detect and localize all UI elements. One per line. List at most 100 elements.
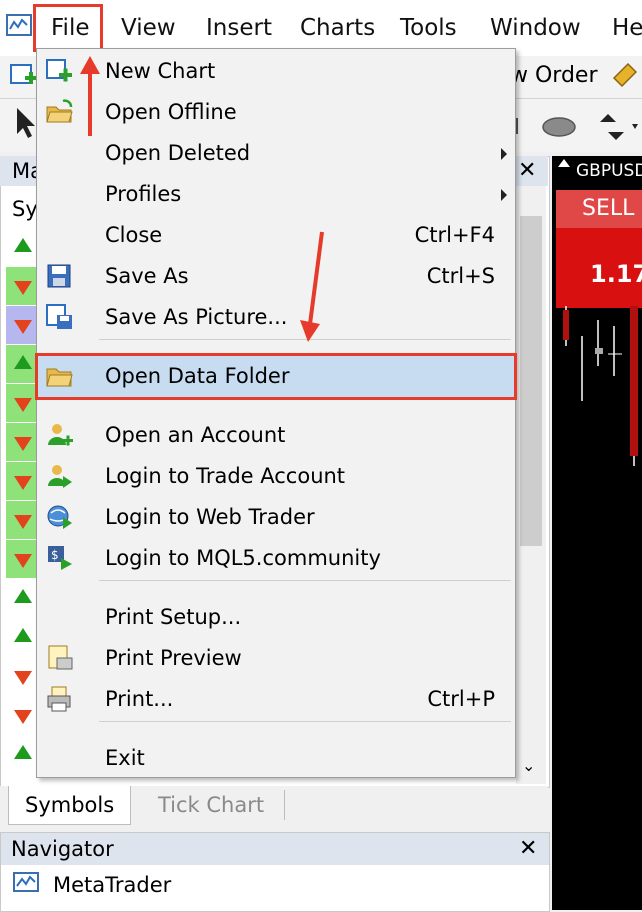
menu-item-save-as-picture[interactable]: Save As Picture... — [37, 297, 515, 338]
svg-text:$: $ — [51, 548, 59, 562]
open-account-icon — [48, 424, 73, 446]
sell-button[interactable]: SELL 1.17 — [556, 190, 642, 308]
navigator-title: Navigator — [11, 837, 114, 861]
order-icon[interactable] — [610, 60, 640, 90]
menu-item-label: Open an Account — [105, 423, 286, 447]
menu-item-label: Profiles — [105, 182, 182, 206]
navigator-title-bar: Navigator ✕ — [1, 833, 549, 865]
column-symbol-header[interactable]: Sy — [12, 194, 38, 224]
close-icon[interactable]: ✕ — [518, 156, 536, 186]
menu-item-profiles[interactable]: Profiles — [37, 174, 515, 215]
market-watch-tabs: Symbols Tick Chart — [0, 786, 548, 828]
menu-item-login-to-mql5-community[interactable]: $ Login to MQL5.community — [37, 538, 515, 579]
mql5-icon: $ — [48, 546, 72, 570]
menu-window[interactable]: Window — [490, 8, 581, 48]
menu-item-close[interactable]: Close Ctrl+F4 — [37, 215, 515, 256]
arrows-tool-icon[interactable] — [596, 112, 640, 142]
price-down-icon — [14, 281, 32, 295]
menu-item-label: Close — [105, 223, 163, 247]
price-down-icon — [14, 710, 32, 724]
menu-item-print[interactable]: Print... Ctrl+P — [37, 679, 515, 720]
menu-item-shortcut: Ctrl+S — [426, 264, 495, 288]
market-watch-scrollbar[interactable]: ⌄ — [516, 186, 546, 784]
menu-separator — [99, 580, 511, 581]
price-up-icon — [14, 745, 32, 759]
new-chart-icon — [46, 59, 72, 82]
navigator-root-item[interactable]: MetaTrader — [53, 871, 171, 899]
metatrader-app-icon[interactable] — [6, 12, 32, 38]
menu-item-label: Login to MQL5.community — [105, 546, 381, 570]
chart-header: GBPUSD — [552, 156, 642, 186]
price-down-icon — [14, 554, 32, 568]
sell-label: SELL — [582, 196, 635, 221]
save-picture-icon — [46, 304, 72, 329]
tab-symbols[interactable]: Symbols — [8, 786, 132, 825]
menu-separator — [99, 721, 511, 722]
menu-tools[interactable]: Tools — [400, 8, 457, 48]
menu-help[interactable]: He — [612, 8, 642, 48]
submenu-arrow-icon — [501, 148, 507, 160]
menu-item-print-preview[interactable]: Print Preview — [37, 638, 515, 679]
price-down-icon — [14, 320, 32, 334]
menu-item-label: Print... — [105, 687, 174, 711]
collapse-icon[interactable] — [558, 159, 570, 167]
save-icon — [47, 264, 71, 288]
price-down-icon — [14, 476, 32, 490]
web-trader-icon — [47, 505, 72, 529]
price-up-icon — [14, 628, 32, 642]
annotation-arrow-down — [300, 231, 324, 342]
menu-item-login-to-web-trader[interactable]: Login to Web Trader — [37, 497, 515, 538]
new-chart-icon[interactable] — [8, 60, 38, 90]
price-down-icon — [14, 398, 32, 412]
menu-item-label: Login to Trade Account — [105, 464, 346, 488]
price-down-icon — [14, 437, 32, 451]
price-down-icon — [14, 515, 32, 529]
menu-item-label: Open Deleted — [105, 141, 251, 165]
price-down-icon — [14, 671, 32, 685]
open-data-folder-highlight-box — [35, 353, 517, 400]
menu-view[interactable]: View — [121, 8, 176, 48]
menu-item-label: Save As Picture... — [105, 305, 288, 329]
menu-item-shortcut: Ctrl+F4 — [414, 223, 495, 247]
menu-insert[interactable]: Insert — [206, 8, 272, 48]
menu-item-exit[interactable]: Exit — [37, 738, 515, 779]
menu-item-label: New Chart — [105, 59, 216, 83]
tab-divider — [284, 790, 285, 820]
sell-price: 1.17 — [590, 260, 642, 288]
menu-item-open-an-account[interactable]: Open an Account — [37, 415, 515, 456]
market-watch-rows — [0, 228, 40, 812]
annotation-arrow-up — [80, 56, 100, 136]
menu-item-save-as[interactable]: Save As Ctrl+S — [37, 256, 515, 297]
menu-item-shortcut: Ctrl+P — [427, 687, 495, 711]
printer-icon — [47, 686, 71, 712]
scroll-down-icon[interactable]: ⌄ — [522, 756, 535, 775]
menu-item-label: Print Preview — [105, 646, 242, 670]
menu-item-label: Save As — [105, 264, 189, 288]
ellipse-tool-icon[interactable] — [540, 114, 578, 140]
print-preview-icon — [48, 645, 73, 670]
submenu-arrow-icon — [501, 189, 507, 201]
scrollbar-thumb[interactable] — [520, 216, 542, 546]
chart-window[interactable]: GBPUSD SELL 1.17 — [552, 156, 642, 910]
navigator-panel: Navigator ✕ MetaTrader — [0, 832, 550, 912]
metatrader-icon — [13, 872, 39, 892]
menu-item-label: Login to Web Trader — [105, 505, 315, 529]
open-folder-icon — [46, 99, 73, 123]
login-trade-icon — [48, 465, 72, 488]
cursor-icon[interactable] — [14, 106, 36, 140]
menu-item-label: Print Setup... — [105, 605, 242, 629]
menu-item-print-setup[interactable]: Print Setup... — [37, 597, 515, 638]
price-up-icon — [14, 238, 32, 252]
price-up-icon — [14, 589, 32, 603]
candlestick-chart — [563, 306, 638, 466]
file-menu-highlight-box — [33, 4, 103, 52]
price-up-icon — [14, 355, 32, 369]
file-dropdown-menu: New Chart Open Offline Open Deleted Profile… — [35, 48, 517, 779]
menu-charts[interactable]: Charts — [300, 8, 375, 48]
menu-item-label: Open Offline — [105, 100, 237, 124]
menu-item-login-to-trade-account[interactable]: Login to Trade Account — [37, 456, 515, 497]
close-icon[interactable]: ✕ — [519, 833, 537, 865]
tab-tick-chart[interactable]: Tick Chart — [142, 786, 280, 824]
chart-symbol: GBPUSD — [576, 161, 642, 181]
new-order-label[interactable]: w Order — [510, 62, 598, 90]
